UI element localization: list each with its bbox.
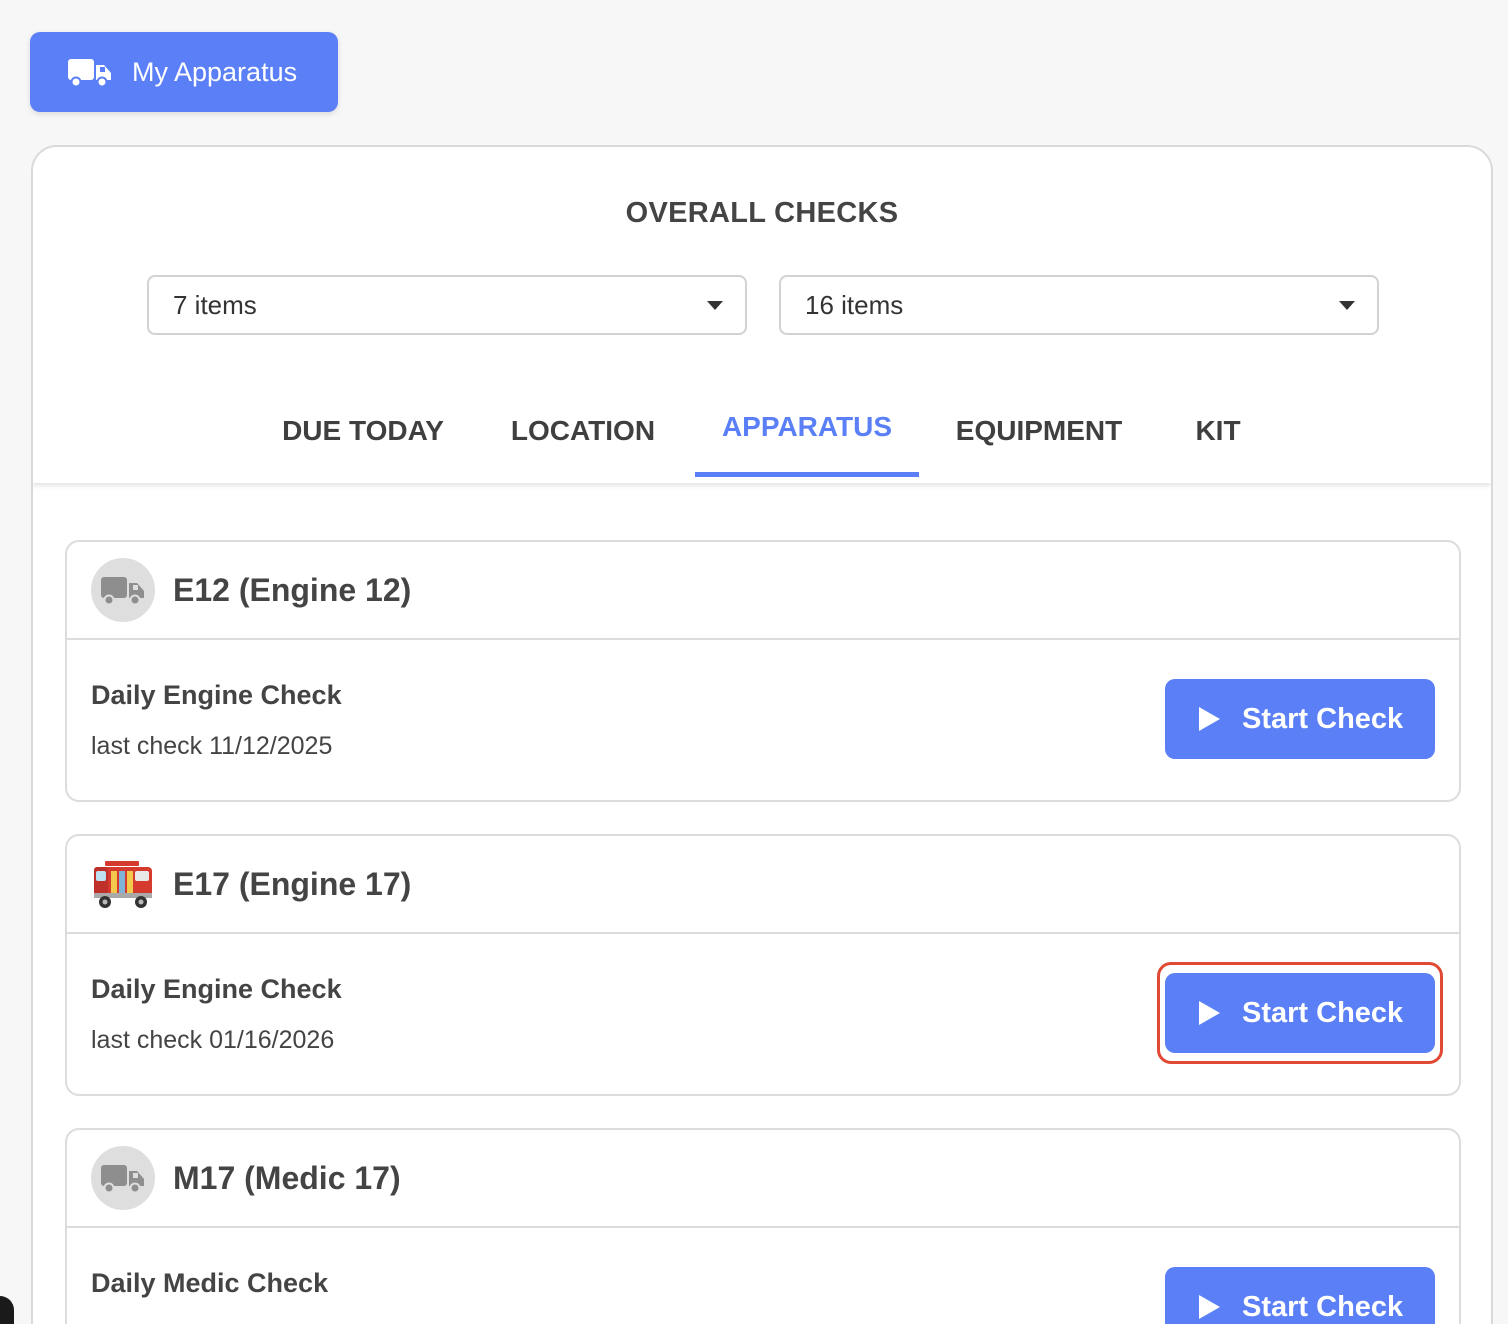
items-select-right[interactable]: 16 items xyxy=(779,275,1379,335)
last-check-date: last check 11/12/2025 xyxy=(91,732,333,760)
start-check-button[interactable]: Start Check xyxy=(1165,1267,1435,1324)
overall-checks-card: OVERALL CHECKS 7 items 16 items DUE TODA… xyxy=(31,145,1493,1324)
start-check-button[interactable]: Start Check xyxy=(1165,679,1435,759)
page: My Apparatus OVERALL CHECKS 7 items 16 i… xyxy=(0,0,1508,1324)
check-row: Daily Medic Check Start Check xyxy=(67,1228,1459,1324)
play-icon xyxy=(1199,1001,1220,1025)
last-check-date: last check 01/16/2026 xyxy=(91,1026,335,1054)
start-check-label: Start Check xyxy=(1242,1290,1404,1323)
apparatus-card: M17 (Medic 17) Daily Medic Check Start C… xyxy=(65,1128,1461,1324)
apparatus-name: M17 (Medic 17) xyxy=(173,1159,401,1196)
overall-checks-title: OVERALL CHECKS xyxy=(625,197,899,229)
tab-apparatus[interactable]: APPARATUS xyxy=(695,377,919,477)
tab-kit[interactable]: KIT xyxy=(1173,381,1263,481)
start-check-label: Start Check xyxy=(1242,996,1404,1029)
items-select-right-value: 16 items xyxy=(805,289,904,320)
apparatus-name: E17 (Engine 17) xyxy=(173,865,412,902)
truck-icon xyxy=(91,1146,155,1210)
chevron-down-icon xyxy=(1339,301,1355,310)
my-apparatus-button[interactable]: My Apparatus xyxy=(30,32,338,112)
check-name: Daily Engine Check xyxy=(91,974,342,1004)
chevron-down-icon xyxy=(707,301,723,310)
tab-due-today[interactable]: DUE TODAY xyxy=(263,381,463,481)
overall-checks-header: OVERALL CHECKS 7 items 16 items DUE TODA… xyxy=(33,147,1491,483)
check-row: Daily Engine Check last check 01/16/2026… xyxy=(67,934,1459,1094)
apparatus-card-header: E12 (Engine 12) xyxy=(67,542,1459,640)
check-row: Daily Engine Check last check 11/12/2025… xyxy=(67,640,1459,800)
tab-location[interactable]: LOCATION xyxy=(493,381,673,481)
truck-icon xyxy=(68,57,112,87)
my-apparatus-label: My Apparatus xyxy=(132,56,298,87)
check-name: Daily Medic Check xyxy=(91,1268,329,1298)
category-tabs: DUE TODAY LOCATION APPARATUS EQUIPMENT K… xyxy=(33,381,1491,483)
items-select-left-value: 7 items xyxy=(173,289,257,320)
play-icon xyxy=(1199,707,1220,731)
window-corner xyxy=(0,1296,14,1324)
items-select-left[interactable]: 7 items xyxy=(147,275,747,335)
apparatus-name: E12 (Engine 12) xyxy=(173,571,412,608)
apparatus-card: E12 (Engine 12) Daily Engine Check last … xyxy=(65,540,1461,802)
apparatus-card: E17 (Engine 17) Daily Engine Check last … xyxy=(65,834,1461,1096)
apparatus-card-header: E17 (Engine 17) xyxy=(67,836,1459,934)
start-check-button[interactable]: Start Check xyxy=(1165,973,1435,1053)
start-check-label: Start Check xyxy=(1242,702,1404,735)
check-name: Daily Engine Check xyxy=(91,680,342,710)
apparatus-card-header: M17 (Medic 17) xyxy=(67,1130,1459,1228)
fire-engine-icon xyxy=(91,852,155,916)
tab-equipment[interactable]: EQUIPMENT xyxy=(939,381,1139,481)
truck-icon xyxy=(91,558,155,622)
play-icon xyxy=(1199,1295,1220,1319)
